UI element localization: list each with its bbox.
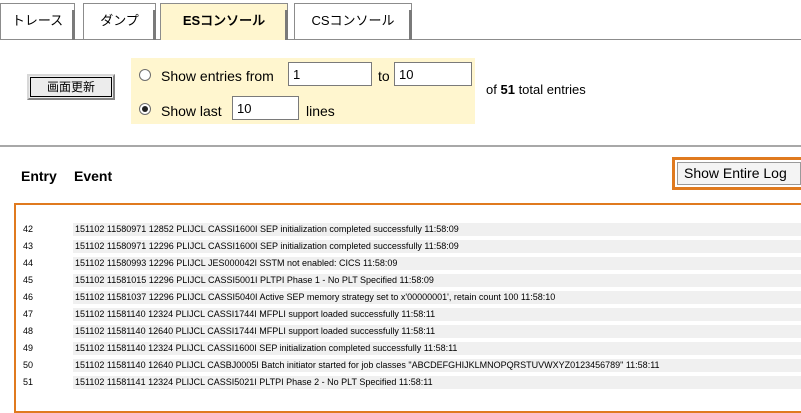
column-header-entry: Entry <box>21 168 57 184</box>
table-row: 44 151102 11580993 12296 PLIJCL JES00004… <box>0 256 801 271</box>
show-last-label: Show last <box>161 103 222 119</box>
row-entry: 50 <box>23 360 34 370</box>
tab-cs-console-label: CSコンソール <box>311 13 395 28</box>
table-row: 47 151102 11581140 12324 PLIJCL CASSI174… <box>0 307 801 322</box>
show-last-radio[interactable] <box>139 103 151 115</box>
table-row: 50 151102 11581140 12640 PLIJCL CASBJ000… <box>0 358 801 373</box>
table-row: 46 151102 11581037 12296 PLIJCL CASSI504… <box>0 290 801 305</box>
table-row: 43 151102 11580971 12296 PLIJCL CASSI160… <box>0 239 801 254</box>
tab-trace[interactable]: トレース <box>0 3 75 40</box>
tab-dump[interactable]: ダンプ <box>83 3 156 40</box>
tab-es-console-label: ESコンソール <box>182 13 266 28</box>
row-event: 151102 11581037 12296 PLIJCL CASSI5040I … <box>75 292 556 302</box>
tab-edge-shadow <box>153 10 156 40</box>
row-entry: 47 <box>23 309 34 319</box>
section-divider <box>0 145 801 147</box>
tab-edge-shadow <box>285 10 288 40</box>
table-row: 48 151102 11581140 12640 PLIJCL CASSI174… <box>0 324 801 339</box>
show-entire-log-button[interactable]: Show Entire Log <box>672 157 801 190</box>
range-panel: Show entries from to Show last lines <box>131 58 475 124</box>
tab-es-console[interactable]: ESコンソール <box>160 3 288 40</box>
entries-to-input[interactable] <box>394 62 472 86</box>
total-prefix: of <box>486 82 497 97</box>
refresh-screen-button[interactable]: 画面更新 <box>27 74 115 100</box>
row-entry: 46 <box>23 292 34 302</box>
row-event: 151102 11581140 12640 PLIJCL CASBJ0005I … <box>75 360 660 370</box>
tab-cs-console[interactable]: CSコンソール <box>294 3 412 40</box>
row-event: 151102 11581015 12296 PLIJCL CASSI5001I … <box>75 275 434 285</box>
tab-bar: トレース ダンプ ESコンソール CSコンソール <box>0 0 801 40</box>
lines-label: lines <box>306 103 335 119</box>
to-label: to <box>378 68 390 84</box>
row-entry: 43 <box>23 241 34 251</box>
total-count: 51 <box>500 82 515 97</box>
table-row: 42 151102 11580971 12852 PLIJCL CASSI160… <box>0 222 801 237</box>
show-entries-from-label: Show entries from <box>161 68 274 84</box>
table-row: 51 151102 11581141 12324 PLIJCL CASSI502… <box>0 375 801 390</box>
row-event: 151102 11580971 12852 PLIJCL CASSI1600I … <box>75 224 459 234</box>
show-entire-log-label: Show Entire Log <box>677 162 801 185</box>
total-suffix: total entries <box>518 82 586 97</box>
row-entry: 45 <box>23 275 34 285</box>
tab-dump-label: ダンプ <box>100 13 139 28</box>
tab-edge-shadow <box>72 10 75 40</box>
row-event: 151102 11581140 12324 PLIJCL CASSI1600I … <box>75 343 458 353</box>
table-row: 45 151102 11581015 12296 PLIJCL CASSI500… <box>0 273 801 288</box>
table-row: 49 151102 11581140 12324 PLIJCL CASSI160… <box>0 341 801 356</box>
row-entry: 49 <box>23 343 34 353</box>
tab-trace-label: トレース <box>11 13 64 28</box>
entries-from-input[interactable] <box>288 62 372 86</box>
row-event: 151102 11581141 12324 PLIJCL CASSI5021I … <box>75 377 433 387</box>
row-entry: 44 <box>23 258 34 268</box>
row-event: 151102 11581140 12324 PLIJCL CASSI1744I … <box>75 309 436 319</box>
row-entry: 51 <box>23 377 34 387</box>
column-header-event: Event <box>74 168 113 184</box>
row-entry: 48 <box>23 326 34 336</box>
show-entries-range-radio[interactable] <box>139 69 151 81</box>
row-entry: 42 <box>23 224 34 234</box>
tab-bar-baseline <box>0 39 801 40</box>
row-event: 151102 11580993 12296 PLIJCL JES000042I … <box>75 258 398 268</box>
total-entries-text: of 51 total entries <box>486 82 586 97</box>
last-lines-input[interactable] <box>232 96 299 120</box>
row-event: 151102 11581140 12640 PLIJCL CASSI1744I … <box>75 326 436 336</box>
tab-edge-shadow <box>409 10 412 40</box>
row-event: 151102 11580971 12296 PLIJCL CASSI1600I … <box>75 241 459 251</box>
